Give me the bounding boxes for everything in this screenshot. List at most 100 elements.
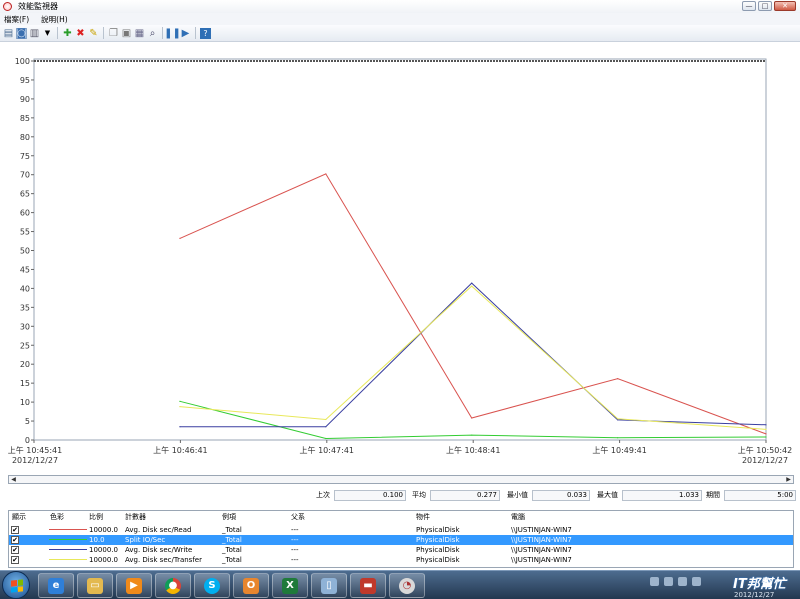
- show-checkbox[interactable]: ✔: [11, 556, 19, 564]
- y-tick-label: 35: [20, 303, 30, 312]
- counter-row[interactable]: ✔ 10000.0 Avg. Disk sec/Write _Total --- Phys…: [9, 545, 793, 555]
- help-icon[interactable]: ?: [200, 27, 211, 39]
- col-instance[interactable]: 例項: [222, 511, 236, 523]
- toolbar: ▤ ◙ ▥ ▼ ✚ ✖ ✎ ❐ ▣ ▦ ⌕ ❚❚ ▶ ?: [0, 25, 800, 42]
- zoom-icon[interactable]: ⌕: [147, 28, 158, 39]
- counter-row[interactable]: ✔ 10000.0 Avg. Disk sec/Read _Total --- Physi…: [9, 525, 793, 535]
- y-tick-label: 90: [20, 95, 30, 104]
- menu-help[interactable]: 說明(H): [41, 14, 68, 25]
- view-icon[interactable]: ◙: [16, 27, 27, 39]
- y-tick-label: 65: [20, 190, 30, 199]
- x-tick-label: 上午 10:50:42: [738, 445, 792, 455]
- y-tick-label: 25: [20, 341, 30, 350]
- period-label: 期間: [706, 491, 720, 499]
- data-point: [471, 282, 473, 284]
- system-tray: [650, 577, 701, 586]
- parent-cell: ---: [291, 546, 299, 554]
- close-button[interactable]: ✕: [774, 1, 796, 11]
- y-tick-label: 55: [20, 228, 30, 237]
- show-checkbox[interactable]: ✔: [11, 536, 19, 544]
- window-controls: — □ ✕: [742, 1, 796, 11]
- x-tick-label: 上午 10:46:41: [153, 445, 207, 455]
- avg-value: 0.277: [430, 489, 500, 501]
- update-icon[interactable]: ▶: [180, 28, 191, 39]
- chrome-icon[interactable]: ●: [155, 573, 191, 598]
- skype-icon[interactable]: S: [194, 573, 230, 598]
- object-cell: PhysicalDisk: [416, 546, 460, 554]
- perfmon-icon[interactable]: ◔: [389, 573, 425, 598]
- computer-cell: \\JUSTINJAN-WIN7: [511, 546, 572, 554]
- data-point: [765, 424, 767, 426]
- network-icon[interactable]: [678, 577, 687, 586]
- show-checkbox[interactable]: ✔: [11, 546, 19, 554]
- min-label: 最小值: [507, 491, 528, 499]
- y-tick-label: 95: [20, 76, 30, 85]
- col-object[interactable]: 物件: [416, 511, 430, 523]
- col-scale[interactable]: 比例: [89, 511, 103, 523]
- performance-chart[interactable]: 100 95 90 85 80 75 70 65 60 55 50 45 40 35 30 25 20 15 10 5…: [0, 43, 800, 473]
- data-point: [617, 418, 619, 420]
- col-counter[interactable]: 計數器: [125, 511, 146, 523]
- new-set-icon[interactable]: ▤: [3, 28, 14, 39]
- window-title: 效能監視器: [18, 2, 58, 11]
- flag-icon[interactable]: [664, 577, 673, 586]
- add-icon[interactable]: ✚: [62, 28, 73, 39]
- taskbar: e ▭ ▶ ● S O X ▯ ▬ ◔ IT邦幫忙 2012/12/27: [0, 570, 800, 599]
- dropdown-icon[interactable]: ▼: [42, 28, 53, 39]
- x-tick-label: 上午 10:45:41: [8, 445, 62, 455]
- outlook-icon[interactable]: O: [233, 573, 269, 598]
- copy-icon[interactable]: ❐: [108, 28, 119, 39]
- highlight-icon[interactable]: ✎: [88, 28, 99, 39]
- toolbar-separator: [103, 27, 104, 39]
- paste-icon[interactable]: ▣: [121, 28, 132, 39]
- value-bar: 上次 0.100 平均 0.277 最小值 0.033 最大值 1.033 期間…: [0, 489, 800, 501]
- col-show[interactable]: 顯示: [12, 511, 26, 523]
- parent-cell: ---: [291, 536, 299, 544]
- data-point: [325, 426, 327, 428]
- excel-icon[interactable]: X: [272, 573, 308, 598]
- document-icon[interactable]: ▯: [311, 573, 347, 598]
- data-point: [179, 237, 181, 239]
- y-tick-label: 5: [25, 417, 30, 426]
- x-tick-label: 上午 10:49:41: [592, 445, 646, 455]
- counter-row[interactable]: ✔ 10000.0 Avg. Disk sec/Transfer _Total --- P…: [9, 555, 793, 565]
- scroll-right-icon[interactable]: ▶: [784, 476, 793, 483]
- max-label: 最大值: [597, 491, 618, 499]
- title-bar: 效能監視器 — □ ✕: [0, 0, 800, 13]
- col-color[interactable]: 色彩: [50, 511, 64, 523]
- col-computer[interactable]: 電腦: [511, 511, 525, 523]
- delete-icon[interactable]: ✖: [75, 28, 86, 39]
- clear-icon[interactable]: ▥: [29, 28, 40, 39]
- y-tick-label: 30: [20, 322, 30, 331]
- tray-date[interactable]: 2012/12/27: [734, 591, 774, 599]
- toolbar-separator: [57, 27, 58, 39]
- scroll-left-icon[interactable]: ◀: [9, 476, 18, 483]
- keyboard-icon[interactable]: [650, 577, 659, 586]
- avg-label: 平均: [412, 491, 426, 499]
- toolbox-icon[interactable]: ▬: [350, 573, 386, 598]
- show-checkbox[interactable]: ✔: [11, 526, 19, 534]
- parent-cell: ---: [291, 556, 299, 564]
- ie-icon[interactable]: e: [38, 573, 74, 598]
- data-point: [617, 437, 619, 439]
- menu-file[interactable]: 檔案(F): [4, 14, 29, 25]
- time-scrollbar[interactable]: ◀ ▶: [8, 475, 794, 484]
- explorer-icon[interactable]: ▭: [77, 573, 113, 598]
- pause-icon[interactable]: ❚❚: [164, 28, 181, 39]
- media-player-icon[interactable]: ▶: [116, 573, 152, 598]
- min-value: 0.033: [532, 489, 590, 501]
- col-parent[interactable]: 父系: [291, 511, 305, 523]
- start-button[interactable]: [2, 571, 30, 599]
- counter-row[interactable]: ✔ 10.0 Split IO/Sec _Total --- PhysicalDisk \\…: [9, 535, 793, 545]
- data-point: [471, 285, 473, 287]
- volume-icon[interactable]: [692, 577, 701, 586]
- maximize-button[interactable]: □: [758, 1, 772, 11]
- data-point: [325, 418, 327, 421]
- minimize-button[interactable]: —: [742, 1, 756, 11]
- instance-cell: _Total: [222, 556, 242, 564]
- instance-cell: _Total: [222, 546, 242, 554]
- computer-cell: \\JUSTINJAN-WIN7: [511, 556, 572, 564]
- properties-icon[interactable]: ▦: [134, 28, 145, 39]
- parent-cell: ---: [291, 526, 299, 534]
- color-swatch: [49, 529, 87, 530]
